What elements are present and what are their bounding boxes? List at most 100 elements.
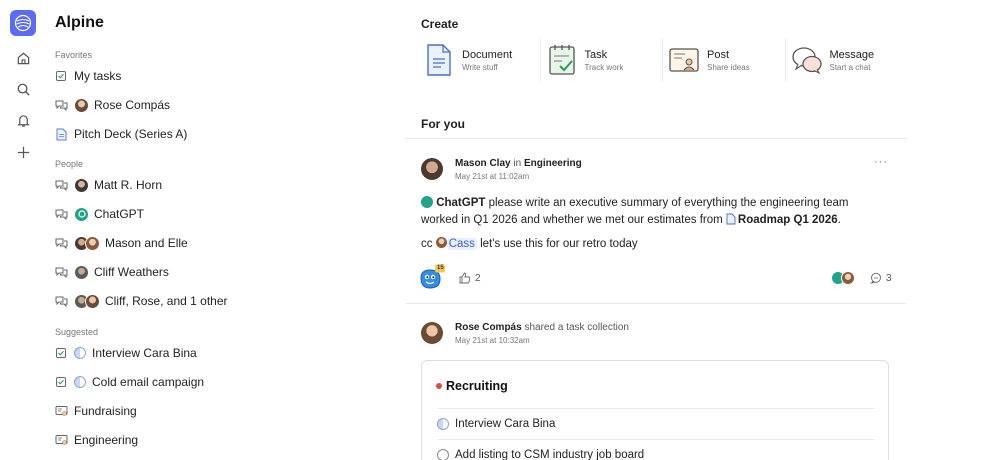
chat-icon: [54, 98, 68, 112]
sidebar-item-label: Rose Compás: [94, 98, 171, 112]
create-title: Document: [462, 48, 513, 61]
sidebar-item-cliff[interactable]: Cliff Weathers: [54, 261, 169, 283]
comment-icon: [870, 272, 881, 284]
sidebar-item-label: Cold email campaign: [92, 375, 205, 389]
avatar: [74, 177, 89, 193]
post-channel[interactable]: Engineering: [524, 158, 582, 169]
post-text: let's use this for our retro today: [476, 238, 638, 250]
suggested-label: Suggested: [55, 327, 99, 337]
create-task-button[interactable]: Task Track work: [541, 38, 663, 82]
sidebar-item-group-chat[interactable]: Cliff, Rose, and 1 other: [54, 290, 228, 312]
home-button[interactable]: [12, 47, 34, 69]
search-button[interactable]: [12, 78, 34, 100]
task-icon: [54, 375, 68, 389]
in-progress-status-icon: [437, 417, 449, 430]
avatar: [74, 264, 89, 280]
chatgpt-icon: [74, 206, 89, 222]
author-avatar[interactable]: [421, 158, 443, 180]
chat-icon: [54, 236, 68, 250]
sidebar-item-matt[interactable]: Matt R. Horn: [54, 174, 162, 196]
thumbs-up-icon: [459, 272, 471, 284]
create-button[interactable]: [12, 141, 34, 163]
sidebar-item-fundraising[interactable]: Fundraising: [54, 400, 137, 422]
create-subtitle: Share ideas: [707, 62, 750, 72]
comment-count: 3: [886, 272, 892, 284]
post-author[interactable]: Rose Compás: [455, 322, 522, 333]
task-icon: [548, 45, 575, 75]
sidebar-item-cold-email[interactable]: Cold email campaign: [54, 371, 204, 393]
author-avatar[interactable]: [421, 322, 443, 344]
avatar: [74, 97, 89, 113]
favorites-label: Favorites: [55, 50, 93, 60]
post-in-word: in: [513, 158, 522, 169]
notifications-button[interactable]: [12, 109, 34, 131]
left-rail: [0, 0, 44, 460]
sidebar-item-pitch-deck[interactable]: Pitch Deck (Series A): [54, 123, 187, 145]
search-icon: [17, 83, 30, 96]
sidebar-item-chatgpt[interactable]: ChatGPT: [54, 203, 144, 225]
create-document-button[interactable]: Document Write stuff: [418, 38, 541, 82]
chat-icon: [54, 294, 68, 308]
post-author-line: Mason Clay in Engineering: [455, 158, 582, 169]
bell-icon: [16, 114, 30, 127]
main-content: Create Document Write stuff Task Track w…: [406, 0, 906, 460]
task-collection-card[interactable]: Recruiting Interview Cara Bina Add listi…: [421, 360, 889, 460]
document-icon: [726, 213, 736, 225]
chat-icon: [54, 265, 68, 279]
todo-status-icon: [437, 448, 449, 460]
mention-cass[interactable]: Cass: [446, 238, 477, 250]
post-icon: [669, 48, 699, 72]
message-icon: [791, 47, 822, 75]
sidebar-item-label: Engineering: [74, 433, 139, 447]
sidebar-item-label: Cliff, Rose, and 1 other: [105, 294, 228, 308]
mention-chatgpt[interactable]: ChatGPT: [436, 197, 485, 209]
cc-label: cc: [421, 238, 433, 250]
create-subtitle: Track work: [584, 62, 624, 72]
sidebar-item-label: Pitch Deck (Series A): [74, 127, 188, 141]
create-title: Post: [707, 48, 730, 61]
create-title: Message: [829, 48, 875, 61]
post-body: ChatGPT please write an executive summar…: [421, 195, 891, 229]
comments-button[interactable]: 3: [870, 272, 892, 284]
task-icon: [54, 69, 68, 83]
sidebar-item-engineering[interactable]: Engineering: [54, 429, 138, 451]
doc-link[interactable]: Roadmap Q1 2026: [738, 214, 838, 226]
sidebar-item-rose-compas[interactable]: Rose Compás: [54, 94, 170, 116]
sidebar-item-interview-cara[interactable]: Interview Cara Bina: [54, 342, 197, 364]
task-icon: [54, 346, 68, 360]
plus-icon: [17, 146, 29, 158]
avatar: [85, 235, 100, 251]
alpine-logo[interactable]: [10, 10, 36, 36]
create-subtitle: Write stuff: [462, 62, 498, 72]
task-row[interactable]: Interview Cara Bina: [437, 408, 875, 438]
post-text: worked in Q1 2026 and whether we met our…: [421, 214, 726, 226]
sidebar-item-label: Interview Cara Bina: [92, 346, 197, 360]
document-icon: [427, 44, 451, 76]
task-label: Add listing to CSM industry job board: [455, 448, 645, 460]
like-button[interactable]: 2: [459, 272, 481, 284]
for-you-heading: For you: [421, 117, 465, 131]
post-action: shared a task collection: [524, 322, 629, 333]
divider: [406, 138, 906, 139]
create-message-button[interactable]: Message Start a chat: [786, 38, 908, 82]
sidebar-item-mason-elle[interactable]: Mason and Elle: [54, 232, 188, 254]
sidebar-item-my-tasks[interactable]: My tasks: [54, 65, 121, 87]
app-title: Alpine: [55, 14, 104, 31]
post-reactions: 15 2 3: [418, 264, 898, 292]
sticker-badge: 15: [437, 265, 444, 271]
chat-icon: [54, 207, 68, 221]
sidebar: Alpine Favorites My tasks Rose Compás Pi…: [44, 0, 374, 460]
post-author[interactable]: Mason Clay: [455, 158, 511, 169]
collection-color-dot: [436, 383, 442, 389]
create-post-button[interactable]: Post Share ideas: [663, 38, 786, 82]
more-options-button[interactable]: ···: [874, 156, 888, 168]
post-icon: [54, 404, 68, 418]
task-row[interactable]: Add listing to CSM industry job board: [437, 439, 875, 460]
document-icon: [54, 127, 68, 141]
people-label: People: [55, 159, 84, 169]
sidebar-item-label: Fundraising: [74, 404, 137, 418]
in-progress-status-icon: [74, 376, 86, 388]
post-timestamp: May 21st at 11:02am: [455, 172, 530, 181]
post-cc-line: cc Cass let's use this for our retro tod…: [421, 236, 891, 253]
chat-icon: [54, 178, 68, 192]
